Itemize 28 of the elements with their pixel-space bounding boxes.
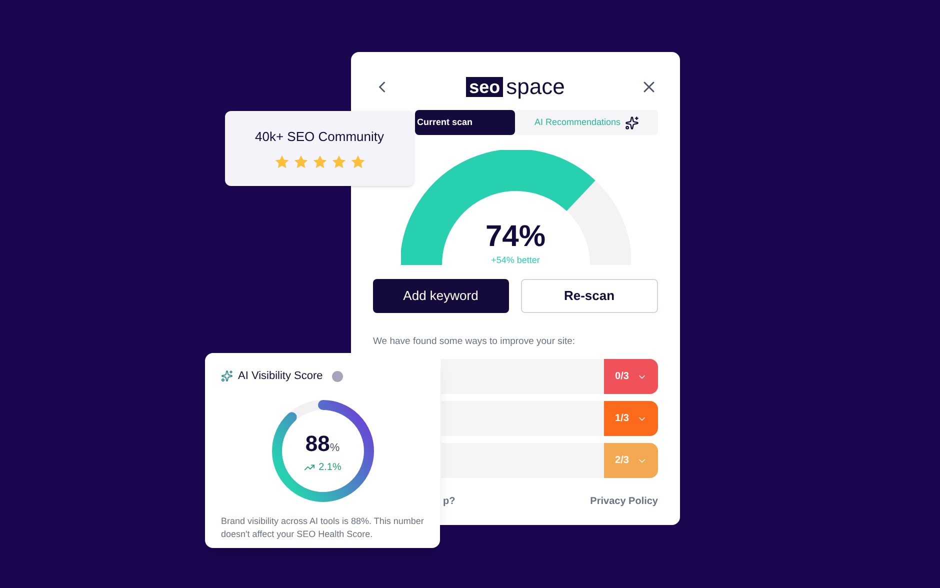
privacy-link[interactable]: Privacy Policy bbox=[590, 494, 658, 509]
star-icon bbox=[274, 154, 290, 170]
sparkle-icon bbox=[221, 370, 233, 382]
percent-sign: % bbox=[330, 440, 340, 456]
issue-row[interactable]: 0/3 bbox=[441, 359, 658, 394]
rescan-button[interactable]: Re-scan bbox=[520, 279, 658, 313]
card-title: AI Visibility Score bbox=[238, 369, 323, 384]
visibility-change: 2.1% bbox=[318, 460, 342, 474]
visibility-description: Brand visibility across AI tools is 88%. This number doesn't affect your SEO Health Score. bbox=[221, 514, 424, 540]
star-icon bbox=[312, 154, 328, 170]
star-icon bbox=[292, 154, 308, 170]
sparkle-icon bbox=[624, 116, 639, 130]
add-keyword-button[interactable]: Add keyword bbox=[373, 279, 508, 313]
issue-row[interactable]: 1/3 bbox=[441, 401, 658, 436]
issue-count: 2/3 bbox=[604, 443, 658, 478]
community-title: 40k+ SEO Community bbox=[255, 128, 384, 146]
logo-mark: seo bbox=[466, 77, 504, 97]
star-icon bbox=[330, 154, 346, 170]
issue-count: 0/3 bbox=[604, 359, 658, 394]
visibility-value: 88 bbox=[305, 430, 330, 458]
star-icon bbox=[350, 154, 366, 170]
issue-count: 1/3 bbox=[604, 401, 658, 436]
help-link[interactable]: p? bbox=[443, 494, 456, 509]
score-value: 74% bbox=[485, 220, 546, 254]
score-change: +54% better bbox=[491, 254, 540, 266]
logo-text: space bbox=[506, 76, 565, 98]
intro-text: We have found some ways to improve your site: bbox=[373, 335, 576, 349]
tab[interactable]: Current scan bbox=[415, 110, 515, 135]
